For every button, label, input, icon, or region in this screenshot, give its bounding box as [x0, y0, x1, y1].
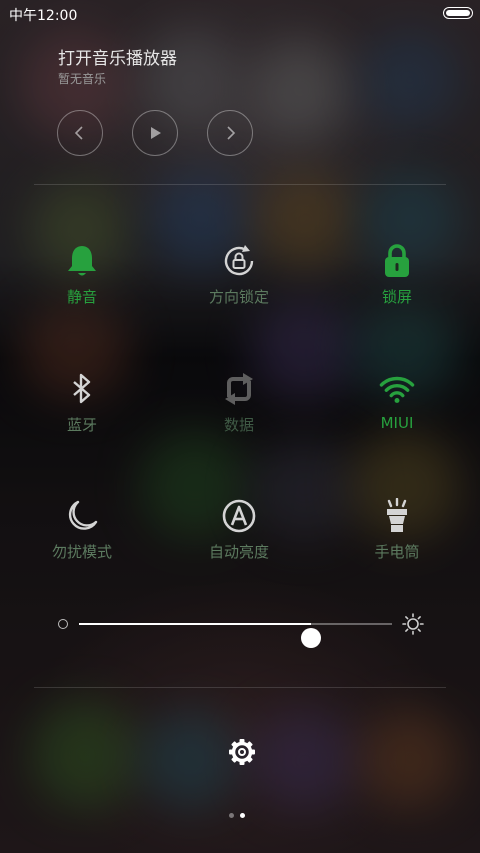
toggle-bluetooth[interactable]: 蓝牙 — [22, 371, 142, 461]
music-player-title[interactable]: 打开音乐播放器 — [58, 44, 177, 69]
flashlight-icon — [379, 498, 415, 534]
wifi-icon — [379, 371, 415, 407]
toggle-label: 静音 — [66, 288, 97, 306]
page-dot-active — [240, 813, 245, 818]
status-bar: 中午12:00 — [0, 0, 480, 28]
previous-track-button[interactable] — [57, 110, 103, 156]
moon-icon — [64, 498, 100, 534]
divider — [34, 687, 446, 688]
brightness-thumb[interactable] — [300, 628, 321, 648]
play-icon — [151, 127, 161, 139]
toggle-rotation-lock[interactable]: 方向锁定 — [179, 243, 299, 333]
toggle-flashlight[interactable]: 手电筒 — [337, 498, 457, 588]
next-track-button[interactable] — [207, 110, 253, 156]
gear-icon — [229, 739, 255, 765]
toggle-label: 手电筒 — [374, 543, 420, 561]
page-indicator — [229, 813, 251, 819]
toggle-label: 蓝牙 — [66, 416, 97, 434]
toggle-do-not-disturb[interactable]: 勿扰模式 — [22, 498, 142, 588]
settings-button[interactable] — [228, 738, 256, 766]
auto-brightness-icon — [221, 498, 257, 534]
toggle-label: MIUI — [380, 414, 414, 432]
toggle-label: 锁屏 — [381, 288, 412, 306]
page-dot — [229, 813, 234, 818]
toggle-silent[interactable]: 静音 — [22, 243, 142, 333]
toggle-label: 数据 — [223, 416, 254, 434]
toggle-lock-screen[interactable]: 锁屏 — [337, 243, 457, 333]
toggle-auto-brightness[interactable]: 自动亮度 — [179, 498, 299, 588]
status-time: 中午12:00 — [9, 8, 78, 24]
padlock-icon — [379, 243, 415, 279]
previous-icon — [74, 126, 83, 140]
divider — [34, 184, 446, 185]
play-button[interactable] — [132, 110, 178, 156]
toggle-mobile-data[interactable]: 数据 — [179, 371, 299, 461]
battery-icon — [443, 7, 473, 19]
brightness-low-icon — [58, 619, 68, 629]
brightness-track[interactable] — [79, 623, 392, 648]
mobile-data-icon — [221, 371, 257, 407]
bell-icon — [64, 243, 100, 279]
toggle-label: 方向锁定 — [208, 288, 269, 306]
brightness-fill — [79, 623, 311, 625]
brightness-high-icon — [402, 613, 424, 635]
music-status: 暂无音乐 — [58, 72, 107, 86]
rotation-lock-icon — [221, 243, 257, 279]
bluetooth-icon — [64, 371, 100, 407]
toggle-label: 勿扰模式 — [51, 543, 112, 561]
toggle-wifi[interactable]: MIUI — [337, 371, 457, 461]
toggle-label: 自动亮度 — [208, 543, 269, 561]
brightness-slider[interactable] — [52, 609, 430, 648]
next-icon — [227, 126, 236, 140]
